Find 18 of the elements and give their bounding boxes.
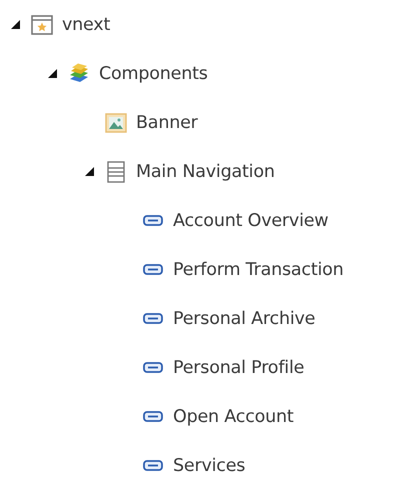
tree-item-label[interactable]: Open Account	[173, 406, 294, 426]
tree-item-label[interactable]: Services	[173, 456, 246, 476]
tree-item-label[interactable]: vnext	[62, 14, 110, 34]
picture-icon	[105, 112, 127, 132]
tree-item-label[interactable]: Account Overview	[173, 210, 328, 230]
link-item-icon	[143, 411, 163, 422]
tree-item-label[interactable]: Personal Profile	[173, 358, 304, 378]
link-item-icon	[143, 264, 163, 275]
link-item-icon	[143, 215, 163, 226]
tree-item-label[interactable]: Components	[99, 64, 208, 84]
tree-item-label[interactable]: Banner	[136, 112, 198, 132]
list-icon	[107, 160, 125, 182]
tree-item-label[interactable]: Personal Archive	[173, 308, 316, 328]
link-item-icon	[143, 313, 163, 324]
tree-item-label[interactable]: Main Navigation	[136, 162, 275, 182]
link-item-icon	[143, 362, 163, 373]
tree-item-label[interactable]: Perform Transaction	[173, 260, 344, 280]
link-item-icon	[143, 460, 163, 471]
